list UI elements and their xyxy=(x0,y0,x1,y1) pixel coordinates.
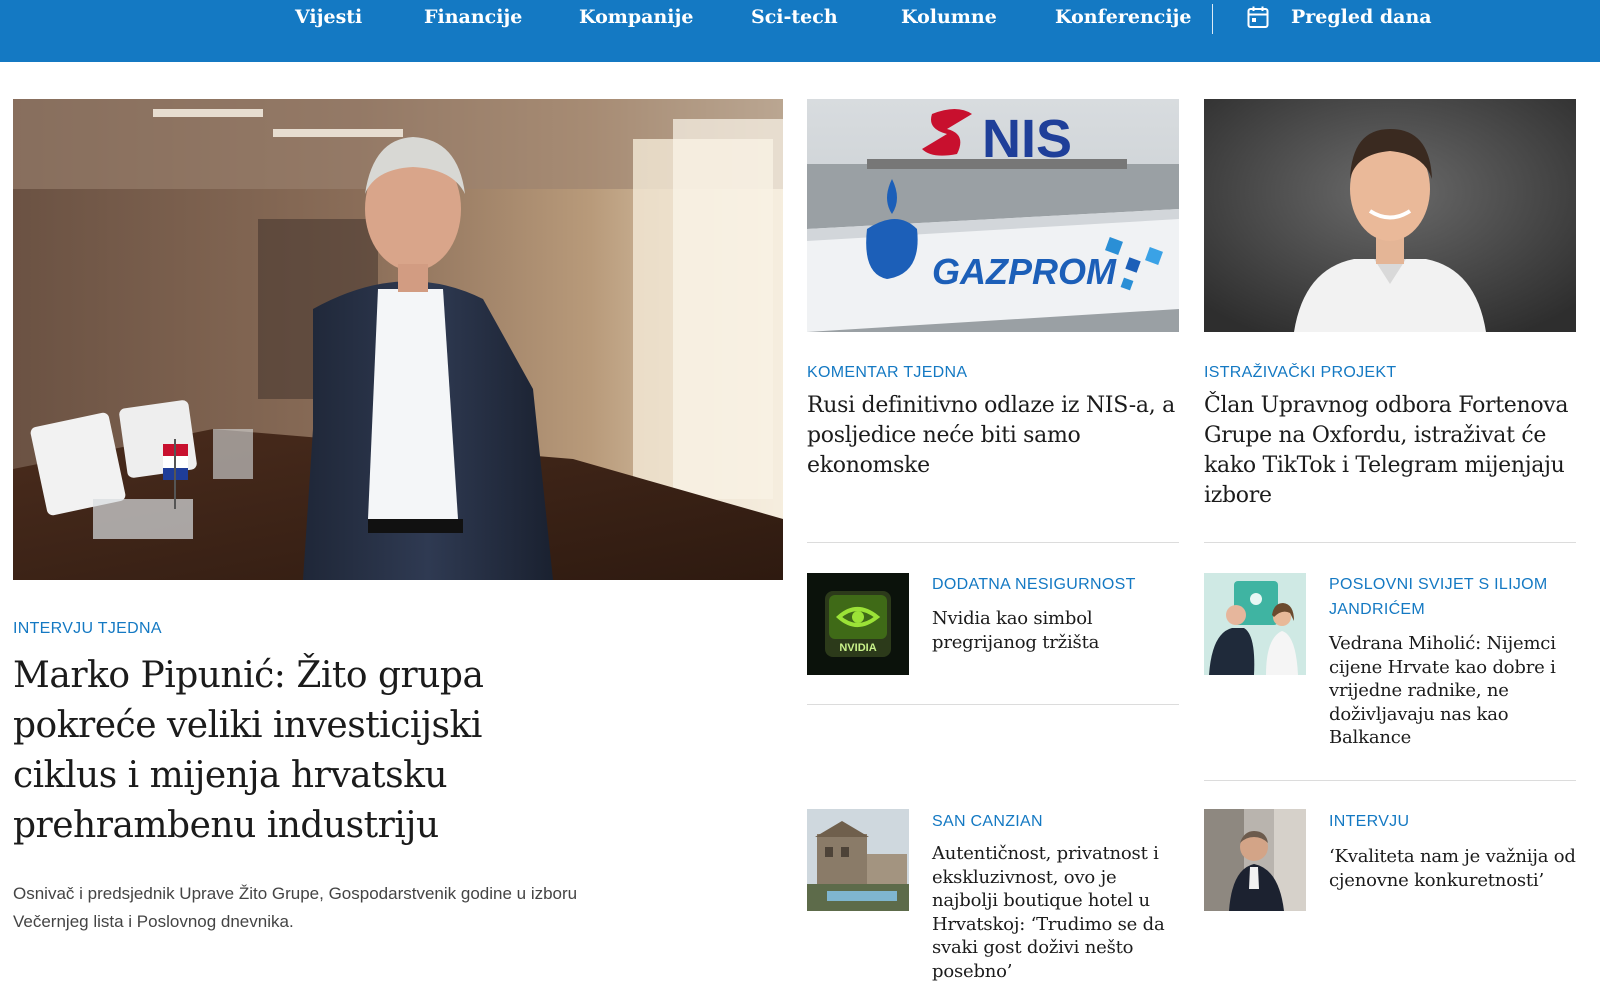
lead-story-image[interactable] xyxy=(13,99,783,580)
divider xyxy=(807,704,1179,705)
fortenova-headline[interactable]: Član Upravnog odbora Fortenova Grupe na … xyxy=(1204,391,1576,511)
nav-item-sci-tech[interactable]: Sci-tech xyxy=(751,4,838,30)
divider xyxy=(1204,780,1576,781)
nav-item-kompanije[interactable]: Kompanije xyxy=(579,4,693,30)
intervju-headline[interactable]: ‘Kvaliteta nam je važnija od cjenovne ko… xyxy=(1329,845,1579,892)
nvidia-logo-text: NVIDIA xyxy=(839,642,876,654)
poslovni-svijet-kicker[interactable]: POSLOVNI SVIJET S ILIJOM JANDRIĆEM xyxy=(1329,572,1579,622)
divider xyxy=(1204,542,1576,543)
nvidia-kicker[interactable]: DODATNA NESIGURNOST xyxy=(932,572,1136,597)
nav-pregled-dana[interactable]: Pregled dana xyxy=(1291,4,1432,30)
poslovni-svijet-image[interactable] xyxy=(1204,573,1306,675)
san-canzian-headline[interactable]: Autentičnost, privatnost i ekskluzivnost… xyxy=(932,842,1177,983)
poslovni-svijet-headline[interactable]: Vedrana Miholić: Nijemci cijene Hrvate k… xyxy=(1329,632,1579,750)
intervju-kicker[interactable]: INTERVJU xyxy=(1329,809,1409,834)
fortenova-kicker[interactable]: ISTRAŽIVAČKI PROJEKT xyxy=(1204,360,1396,385)
nav-item-kolumne[interactable]: Kolumne xyxy=(901,4,997,30)
nav-divider xyxy=(1212,4,1213,34)
nis-story-image[interactable]: NIS GAZPROM xyxy=(807,99,1179,332)
nis-kicker[interactable]: KOMENTAR TJEDNA xyxy=(807,360,967,385)
lead-headline[interactable]: Marko Pipunić: Žito grupa pokreće veliki… xyxy=(13,651,573,851)
divider xyxy=(807,542,1179,543)
intervju-story-image[interactable] xyxy=(1204,809,1306,911)
nav-item-vijesti[interactable]: Vijesti xyxy=(295,4,362,30)
san-canzian-kicker[interactable]: SAN CANZIAN xyxy=(932,809,1043,834)
san-canzian-image[interactable] xyxy=(807,809,909,911)
nis-sign-text: NIS xyxy=(982,109,1072,169)
lead-summary: Osnivač i predsjednik Uprave Žito Grupe,… xyxy=(13,884,578,931)
lead-kicker[interactable]: INTERVJU TJEDNA xyxy=(13,616,162,641)
nvidia-story-image[interactable]: NVIDIA xyxy=(807,573,909,675)
gazprom-sign-text: GAZPROM xyxy=(932,251,1117,292)
nav-item-konferencije[interactable]: Konferencije xyxy=(1055,4,1192,30)
nis-headline[interactable]: Rusi definitivno odlaze iz NIS-a, a posl… xyxy=(807,391,1179,481)
calendar-icon[interactable] xyxy=(1247,5,1269,29)
nav-item-financije[interactable]: Financije xyxy=(424,4,522,30)
fortenova-story-image[interactable] xyxy=(1204,99,1576,332)
top-navigation: Vijesti Financije Kompanije Sci-tech Kol… xyxy=(0,0,1600,62)
nvidia-headline[interactable]: Nvidia kao simbol pregrijanog tržišta xyxy=(932,607,1172,654)
